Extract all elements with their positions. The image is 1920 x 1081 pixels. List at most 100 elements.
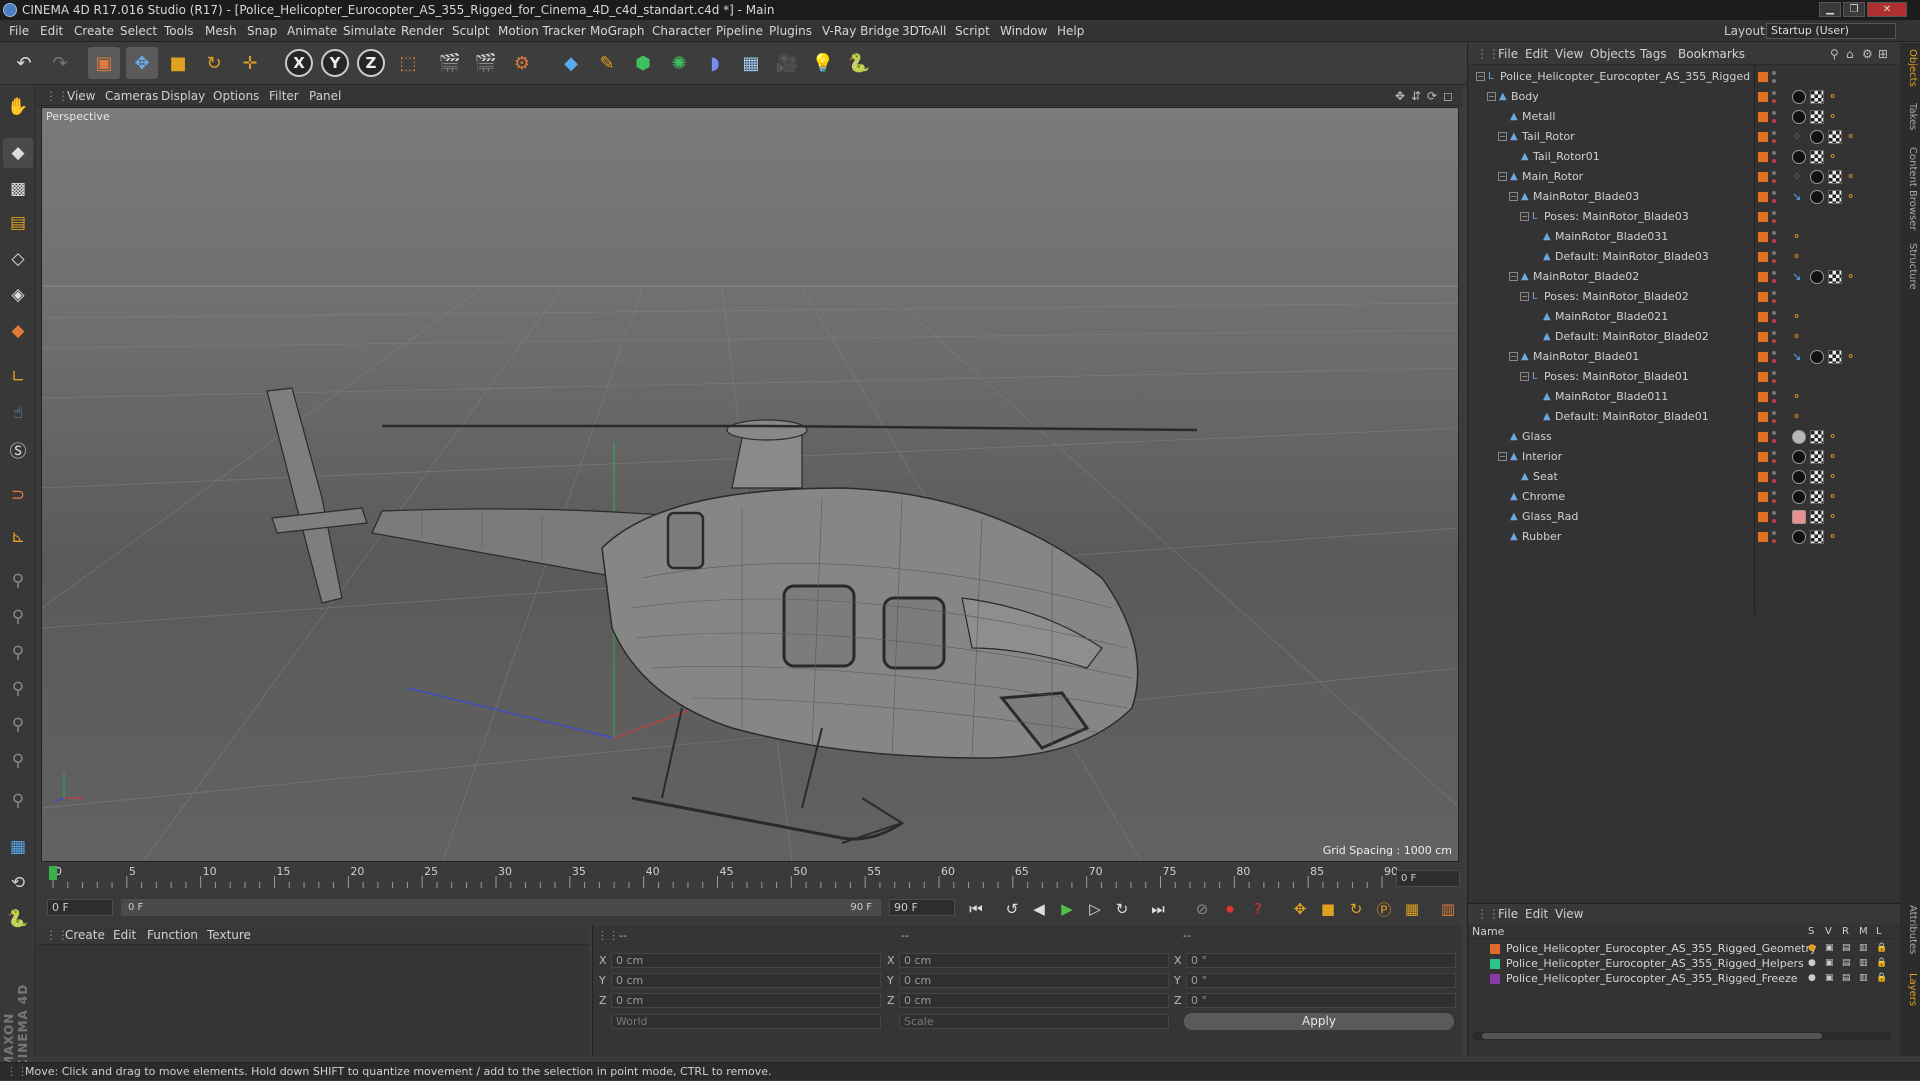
sculpt-flatten-icon[interactable]: ⚲ (3, 786, 33, 816)
ik-tag-icon[interactable]: ↘ (1792, 350, 1806, 364)
render-visibility-dot[interactable] (1772, 179, 1776, 183)
material-tag-icon[interactable] (1792, 150, 1806, 164)
editor-visibility-dot[interactable] (1772, 71, 1776, 75)
texture-mode-icon[interactable]: ▩ (3, 174, 33, 204)
layer-color-swatch[interactable] (1758, 392, 1768, 402)
deform-icon[interactable]: ⟲ (3, 868, 33, 898)
3d-viewport[interactable]: Perspective Grid Spacing : 1000 cm (41, 107, 1459, 862)
layer-color-swatch[interactable] (1490, 959, 1500, 969)
layer-row[interactable]: Police_Helicopter_Eurocopter_AS_355_Rigg… (1468, 971, 1901, 986)
object-row[interactable]: ▲ Metall ⚬ (1468, 107, 1901, 127)
render-visibility-dot[interactable] (1772, 419, 1776, 423)
editor-visibility-dot[interactable] (1772, 331, 1776, 335)
editor-visibility-dot[interactable] (1772, 511, 1776, 515)
render-visibility-dot[interactable] (1772, 319, 1776, 323)
layer-lock-icon[interactable]: 🔒 (1876, 956, 1887, 971)
side-tab-objects[interactable]: Objects (1902, 49, 1918, 87)
expand-toggle-icon[interactable]: − (1498, 452, 1507, 461)
editor-visibility-dot[interactable] (1772, 191, 1776, 195)
key-position-icon[interactable]: ✥ (1289, 899, 1311, 919)
layer-color-swatch[interactable] (1758, 232, 1768, 242)
render-visibility-dot[interactable] (1772, 219, 1776, 223)
layer-view-icon[interactable]: ▣ (1825, 971, 1834, 986)
editor-visibility-dot[interactable] (1772, 251, 1776, 255)
menu-animate[interactable]: Animate (287, 20, 337, 42)
texture-tag-icon[interactable] (1810, 450, 1824, 464)
material-tag-icon[interactable] (1792, 530, 1806, 544)
layer-color-swatch[interactable] (1758, 452, 1768, 462)
material-tag-icon[interactable] (1792, 90, 1806, 104)
texture-tag-icon[interactable] (1828, 270, 1842, 284)
render-visibility-dot[interactable] (1772, 339, 1776, 343)
layers-col-solo[interactable]: S (1808, 925, 1814, 939)
editor-visibility-dot[interactable] (1772, 451, 1776, 455)
object-row[interactable]: − L Poses: MainRotor_Blade01 (1468, 367, 1901, 387)
prev-key-icon[interactable]: ↺ (1001, 899, 1023, 919)
layer-manager-icon[interactable]: ▥ (1859, 971, 1868, 986)
scale-tool-icon[interactable]: ■ (162, 47, 194, 79)
render-visibility-dot[interactable] (1772, 499, 1776, 503)
object-row[interactable]: − L Poses: MainRotor_Blade03 (1468, 207, 1901, 227)
material-tag-icon[interactable] (1810, 350, 1824, 364)
menu-script[interactable]: Script (955, 20, 990, 42)
object-row[interactable]: − L Police_Helicopter_Eurocopter_AS_355_Ri… (1468, 67, 1901, 87)
key-pla-icon[interactable]: ▦ (1401, 899, 1423, 919)
viewport-menu-options[interactable]: Options (213, 86, 259, 106)
render-visibility-dot[interactable] (1772, 539, 1776, 543)
objects-menu-view[interactable]: View (1555, 43, 1583, 65)
play-icon[interactable]: ▶ (1056, 899, 1078, 919)
object-row[interactable]: − ▲ Body ⚬ (1468, 87, 1901, 107)
pose-morph-tag-icon[interactable]: ⚬ (1846, 170, 1860, 184)
editor-visibility-dot[interactable] (1772, 111, 1776, 115)
move-tool-icon[interactable]: ✥ (126, 47, 158, 79)
texture-tag-icon[interactable] (1810, 490, 1824, 504)
render-visibility-dot[interactable] (1772, 99, 1776, 103)
pose-morph-tag-icon[interactable]: ⚬ (1792, 330, 1806, 344)
undo-icon[interactable]: ↶ (8, 47, 40, 79)
layer-lock-icon[interactable]: 🔒 (1876, 971, 1887, 986)
viewport-menu-filter[interactable]: Filter (269, 86, 299, 106)
render-visibility-dot[interactable] (1772, 299, 1776, 303)
material-tag-icon[interactable] (1792, 450, 1806, 464)
render-visibility-dot[interactable] (1772, 379, 1776, 383)
viewport-menu-display[interactable]: Display (161, 86, 205, 106)
object-row[interactable]: ▲ MainRotor_Blade031 ⚬ (1468, 227, 1901, 247)
material-menu-function[interactable]: Function (147, 925, 198, 945)
end-frame-field[interactable]: 90 F (889, 899, 955, 916)
texture-tag-icon[interactable] (1810, 150, 1824, 164)
layers-menu-file[interactable]: File (1498, 904, 1518, 924)
rot-h-field[interactable]: 0 ° (1186, 953, 1456, 968)
layer-lock-icon[interactable]: 🔒 (1876, 941, 1887, 956)
render-visibility-dot[interactable] (1772, 79, 1776, 83)
texture-tag-icon[interactable] (1810, 90, 1824, 104)
object-row[interactable]: ▲ Tail_Rotor01 ⚬ (1468, 147, 1901, 167)
pose-morph-tag-icon[interactable]: ⚬ (1828, 490, 1842, 504)
pose-morph-tag-icon[interactable]: ⚬ (1792, 310, 1806, 324)
layers-menu-edit[interactable]: Edit (1525, 904, 1548, 924)
layer-color-swatch[interactable] (1758, 252, 1768, 262)
editor-visibility-dot[interactable] (1772, 151, 1776, 155)
render-visibility-dot[interactable] (1772, 399, 1776, 403)
material-tag-icon[interactable] (1810, 270, 1824, 284)
menu-simulate[interactable]: Simulate (343, 20, 396, 42)
prev-frame-icon[interactable]: ◀ (1028, 899, 1050, 919)
viewport-zoom-icon[interactable]: ⇵ (1411, 86, 1421, 106)
layer-view-icon[interactable]: ▣ (1825, 941, 1834, 956)
layers-col-view[interactable]: V (1825, 925, 1832, 939)
editor-visibility-dot[interactable] (1772, 371, 1776, 375)
object-row[interactable]: − L Poses: MainRotor_Blade02 (1468, 287, 1901, 307)
x-axis-lock[interactable]: X (283, 47, 315, 79)
frame-range-slider[interactable]: 0 F 90 F (121, 899, 881, 916)
glass-rad-material-tag-icon[interactable] (1792, 510, 1806, 524)
menu-create[interactable]: Create (74, 20, 114, 42)
objects-menu-tags[interactable]: Tags (1640, 43, 1667, 65)
start-frame-field[interactable]: 0 F (47, 899, 113, 916)
pose-morph-tag-icon[interactable]: ⚬ (1828, 430, 1842, 444)
autokey-icon[interactable]: ? (1247, 899, 1269, 919)
menu-render[interactable]: Render (401, 20, 444, 42)
workplane-icon[interactable]: ⊾ (3, 522, 33, 552)
checker-lock-icon[interactable]: ▦ (3, 832, 33, 862)
expand-toggle-icon[interactable]: − (1498, 172, 1507, 181)
coordinate-system-icon[interactable]: ⬚ (392, 47, 424, 79)
object-row[interactable]: − ▲ Interior ⚬ (1468, 447, 1901, 467)
